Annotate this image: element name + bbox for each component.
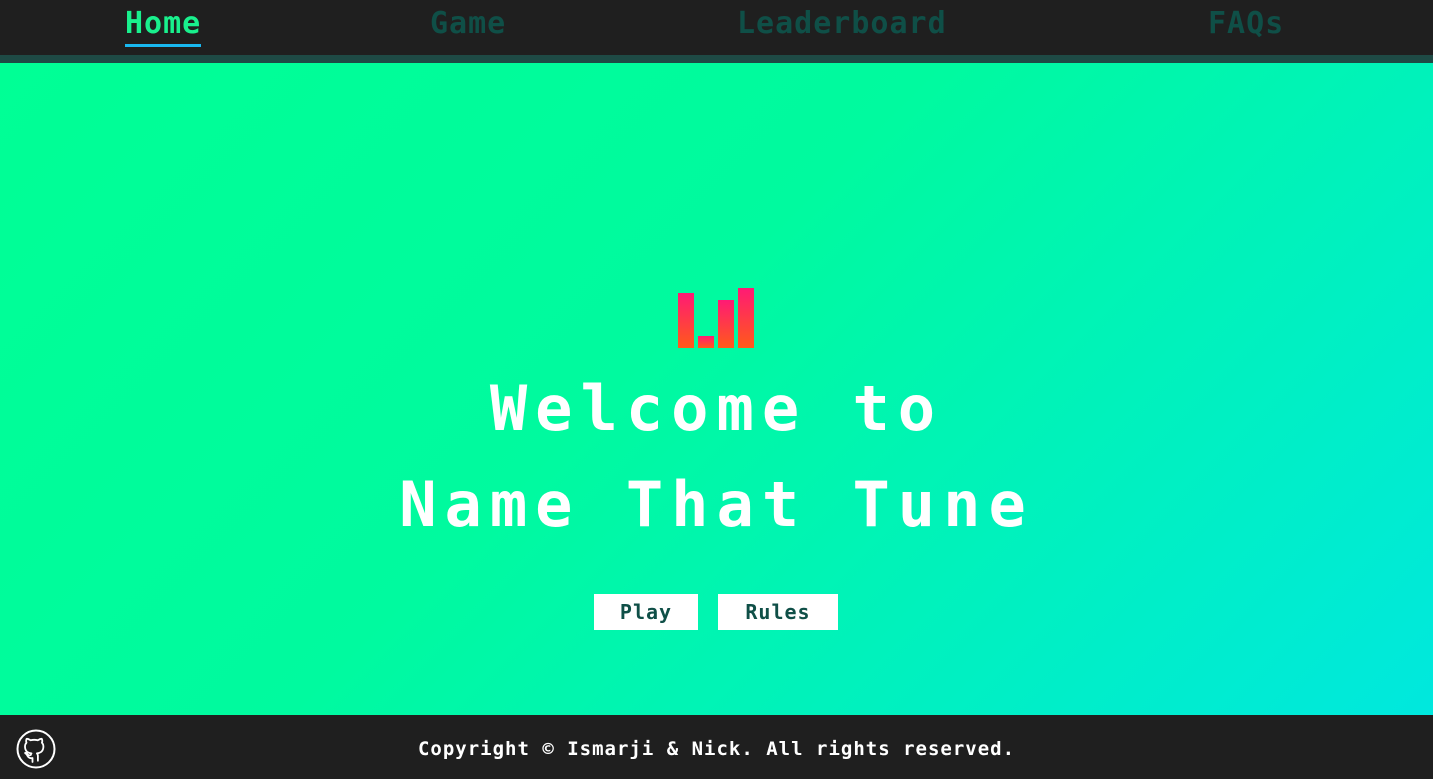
logo-bar-1 xyxy=(678,293,694,348)
hero-title-line-2: Name That Tune xyxy=(399,468,1034,541)
logo-bar-4 xyxy=(738,288,754,348)
equalizer-bars-icon xyxy=(678,288,754,348)
hero-title-line-1: Welcome to xyxy=(489,372,944,445)
copyright-text: Copyright © Ismarji & Nick. All rights r… xyxy=(417,738,1016,760)
nav-link-leaderboard[interactable]: Leaderboard xyxy=(737,4,947,44)
footer: Copyright © Ismarji & Nick. All rights r… xyxy=(0,715,1433,779)
top-navigation: Home Game Leaderboard FAQs xyxy=(0,0,1433,55)
nav-link-game[interactable]: Game xyxy=(430,4,506,44)
nav-divider xyxy=(0,55,1433,63)
rules-button[interactable]: Rules xyxy=(718,594,838,630)
nav-link-faqs[interactable]: FAQs xyxy=(1208,4,1284,44)
logo-bar-3 xyxy=(718,300,734,348)
play-button[interactable]: Play xyxy=(594,594,698,630)
logo-bar-2 xyxy=(698,336,714,348)
hero-section: Welcome to Name That Tune Play Rules xyxy=(0,63,1433,715)
nav-link-home[interactable]: Home xyxy=(125,4,202,47)
